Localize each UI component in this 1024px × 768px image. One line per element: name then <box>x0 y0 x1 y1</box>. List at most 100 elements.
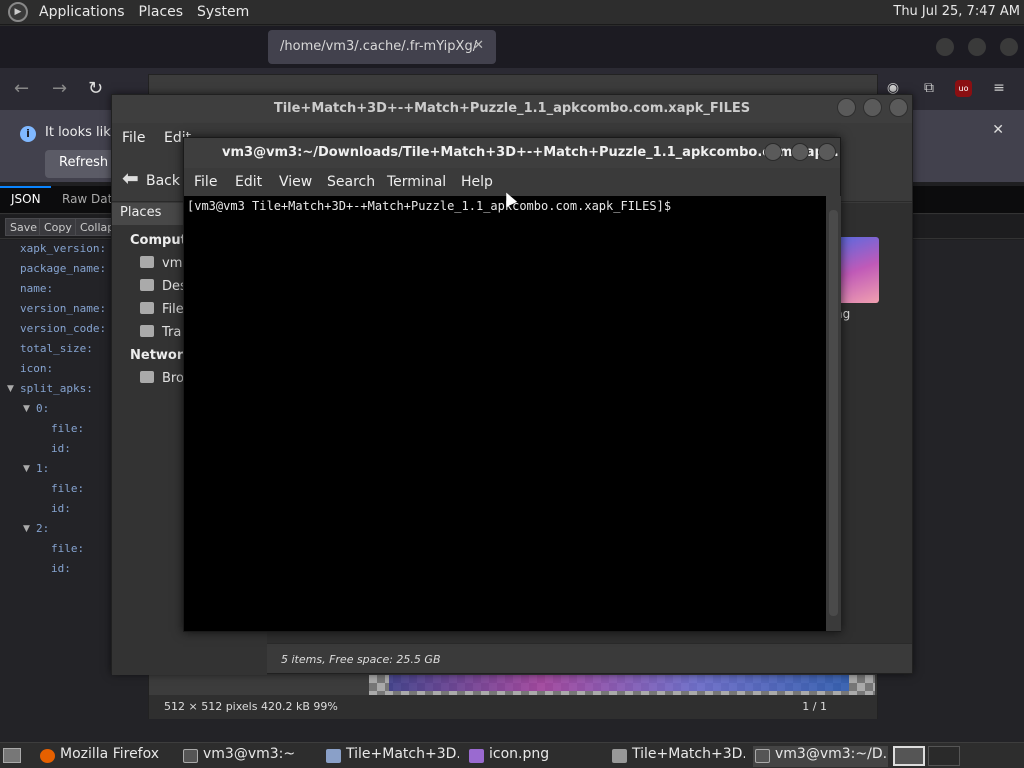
json-key[interactable]: package_name: <box>20 262 106 275</box>
json-key[interactable]: id: <box>51 442 71 455</box>
copy-button[interactable]: Copy <box>39 218 77 236</box>
task-terminal-active[interactable]: vm3@vm3:~/D... <box>753 746 888 767</box>
menu-file[interactable]: File <box>122 130 145 146</box>
tab-close-icon[interactable]: ✕ <box>473 38 484 53</box>
task-archive[interactable]: Tile+Match+3D... <box>324 746 459 767</box>
json-key[interactable]: file: <box>51 542 84 555</box>
applications-menu[interactable]: Applications <box>32 4 132 20</box>
file-thumbnail[interactable] <box>837 237 879 303</box>
expand-toggle-icon[interactable]: ▼ <box>23 404 30 414</box>
tab-json[interactable]: JSON <box>11 192 41 206</box>
sidebar-item-label: Bro <box>162 371 184 386</box>
terminal-icon <box>755 749 770 763</box>
expand-toggle-icon[interactable]: ▼ <box>7 384 14 394</box>
home-folder-icon <box>140 256 154 268</box>
back-button[interactable]: ⬅ Back <box>122 166 180 190</box>
scrollbar-thumb[interactable] <box>829 210 838 616</box>
image-viewer-icon <box>469 749 484 763</box>
terminal-window: vm3@vm3:~/Downloads/Tile+Match+3D+-+Matc… <box>183 137 841 632</box>
expand-toggle-icon[interactable]: ▼ <box>23 464 30 474</box>
json-key[interactable]: 1: <box>36 462 49 475</box>
ublock-icon[interactable]: uo <box>955 80 972 97</box>
reload-icon[interactable]: ↻ <box>88 78 103 99</box>
extensions-icon[interactable]: ⧉ <box>920 80 938 98</box>
minimize-icon[interactable] <box>936 38 954 56</box>
hamburger-menu-icon[interactable]: ≡ <box>990 80 1008 98</box>
sidebar-item-filesystem[interactable]: File <box>140 302 184 317</box>
json-key[interactable]: version_name: <box>20 302 106 315</box>
json-key[interactable]: version_code: <box>20 322 106 335</box>
file-manager-statusbar: 5 items, Free space: 25.5 GB <box>267 643 912 673</box>
distro-logo-icon[interactable]: ▶ <box>8 2 28 22</box>
terminal-screen[interactable]: [vm3@vm3 Tile+Match+3D+-+Match+Puzzle_1.… <box>184 196 826 631</box>
tab-title: /home/vm3/.cache/.fr-mYipXg/ <box>280 39 478 54</box>
workspace-2[interactable] <box>928 746 960 766</box>
json-key[interactable]: 0: <box>36 402 49 415</box>
menu-help[interactable]: Help <box>461 174 493 190</box>
save-button[interactable]: Save <box>5 218 43 236</box>
show-desktop-icon[interactable] <box>3 748 21 763</box>
sidebar-item-desktop[interactable]: Des <box>140 279 187 294</box>
maximize-icon[interactable] <box>791 143 809 161</box>
system-menu[interactable]: System <box>190 4 256 20</box>
network-icon <box>140 371 154 383</box>
task-label: Tile+Match+3D... <box>632 746 745 762</box>
json-key[interactable]: split_apks: <box>20 382 93 395</box>
json-key[interactable]: 2: <box>36 522 49 535</box>
task-label: icon.png <box>489 746 550 762</box>
forward-arrow-icon[interactable]: → <box>52 78 67 99</box>
task-label: Tile+Match+3D... <box>346 746 459 762</box>
sidebar-item-browse-network[interactable]: Bro <box>140 371 184 386</box>
refresh-button[interactable]: Refresh <box>45 150 120 178</box>
task-label: Mozilla Firefox <box>60 746 160 762</box>
maximize-icon[interactable] <box>863 98 882 117</box>
task-terminal-home[interactable]: vm3@vm3:~ <box>181 746 316 767</box>
minimize-icon[interactable] <box>764 143 782 161</box>
close-window-icon[interactable] <box>1000 38 1018 56</box>
json-key[interactable]: id: <box>51 562 71 575</box>
sidebar-item-label: File <box>162 302 184 317</box>
menu-view[interactable]: View <box>279 174 312 190</box>
close-window-icon[interactable] <box>818 143 836 161</box>
json-key[interactable]: id: <box>51 502 71 515</box>
sidebar-item-trash[interactable]: Tra <box>140 325 181 340</box>
json-key[interactable]: icon: <box>20 362 53 375</box>
tab-inactive[interactable] <box>30 30 260 64</box>
notice-text: It looks like <box>45 125 119 140</box>
menu-terminal[interactable]: Terminal <box>387 174 446 190</box>
json-key[interactable]: file: <box>51 422 84 435</box>
firefox-icon <box>40 749 55 763</box>
clock[interactable]: Thu Jul 25, 7:47 AM <box>893 4 1020 19</box>
desktop-icon <box>140 279 154 291</box>
task-file-manager[interactable]: Tile+Match+3D... <box>610 746 745 767</box>
workspace-1[interactable] <box>893 746 925 766</box>
menu-file[interactable]: File <box>194 174 217 190</box>
image-counter: 1 / 1 <box>802 700 827 713</box>
close-window-icon[interactable] <box>889 98 908 117</box>
terminal-scrollbar[interactable] <box>826 196 841 631</box>
folder-icon <box>612 749 627 763</box>
menu-search[interactable]: Search <box>327 174 375 190</box>
json-key[interactable]: name: <box>20 282 53 295</box>
image-viewer-statusbar: 512 × 512 pixels 420.2 kB 99% 1 / 1 <box>149 695 877 719</box>
minimize-icon[interactable] <box>837 98 856 117</box>
task-image-viewer[interactable]: icon.png <box>467 746 602 767</box>
tab-underline <box>0 186 51 188</box>
places-menu[interactable]: Places <box>132 4 191 20</box>
top-panel: ▶ Applications Places System Thu Jul 25,… <box>0 0 1024 25</box>
task-label: vm3@vm3:~/D... <box>775 746 888 762</box>
shell-prompt: [vm3@vm3 Tile+Match+3D+-+Match+Puzzle_1.… <box>187 199 672 213</box>
task-label: vm3@vm3:~ <box>203 746 296 762</box>
notice-close-icon[interactable]: ✕ <box>992 122 1004 138</box>
json-key[interactable]: xapk_version: <box>20 242 106 255</box>
json-key[interactable]: total_size: <box>20 342 93 355</box>
back-arrow-icon: ⬅ <box>122 166 139 190</box>
task-firefox[interactable]: Mozilla Firefox <box>38 746 173 767</box>
maximize-icon[interactable] <box>968 38 986 56</box>
menu-edit[interactable]: Edit <box>235 174 262 190</box>
expand-toggle-icon[interactable]: ▼ <box>23 524 30 534</box>
trash-icon <box>140 325 154 337</box>
tab-active[interactable]: /home/vm3/.cache/.fr-mYipXg/ ✕ <box>268 30 496 64</box>
json-key[interactable]: file: <box>51 482 84 495</box>
back-arrow-icon[interactable]: ← <box>14 78 29 99</box>
